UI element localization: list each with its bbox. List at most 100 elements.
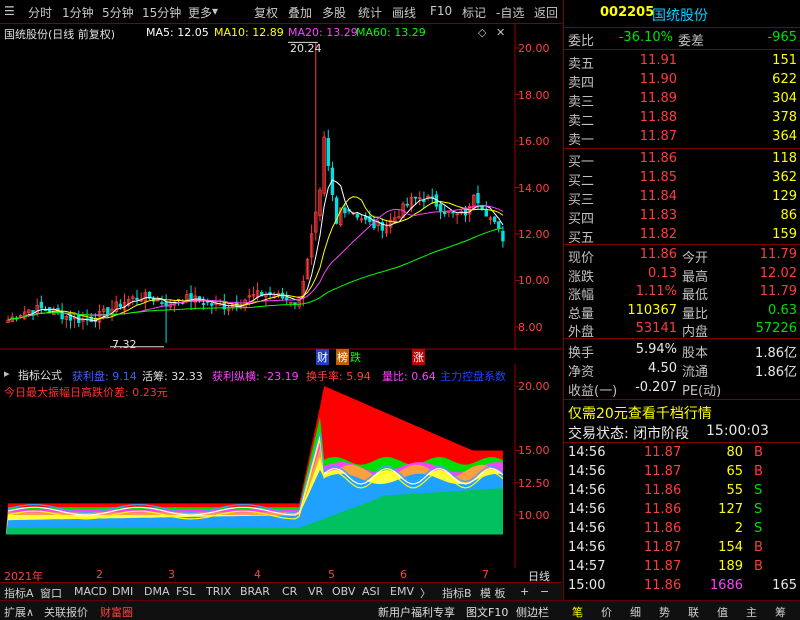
finance-marker[interactable]: 财 xyxy=(316,349,329,365)
side-tab[interactable]: 势 xyxy=(659,604,670,620)
mark-button[interactable]: 标记 xyxy=(462,4,486,21)
chevron-down-icon[interactable]: ▾ xyxy=(212,4,218,18)
close-icon[interactable]: ✕ xyxy=(496,26,505,39)
tab-more[interactable]: 更多 xyxy=(188,4,212,21)
indicator-tab[interactable]: FSL xyxy=(176,585,195,598)
promo-tab[interactable]: 图文F10 xyxy=(466,604,508,620)
diamond-icon[interactable]: ◇ xyxy=(478,26,486,39)
ask-price: 11.90 xyxy=(639,72,677,87)
indicator-tab[interactable]: 指标B xyxy=(442,585,472,601)
month-label: 3 xyxy=(168,568,175,581)
bottom-tab[interactable]: 财富圈 xyxy=(100,604,133,620)
tick-row: 15:00 11.86 1686 165 xyxy=(564,577,800,595)
stats-button[interactable]: 统计 xyxy=(358,4,382,21)
indicator-tab[interactable]: CR xyxy=(282,585,297,598)
indicator-tab[interactable]: 〉 xyxy=(420,585,431,601)
weibi-row: 委比 -36.10% 委差 -965 xyxy=(568,30,797,49)
tab-1min[interactable]: 1分钟 xyxy=(62,4,94,21)
indicator-tab[interactable]: BRAR xyxy=(240,585,270,598)
ask-row: 卖五 11.91 151 xyxy=(564,52,800,72)
indicator-tab[interactable]: EMV xyxy=(390,585,414,598)
indicator-tab[interactable]: DMA xyxy=(144,585,170,598)
bottom-bar: 扩展∧ 关联报价 财富圈 新用户福利专享 图文F10 侧边栏 笔 价 细 势 联 值 主 筹 xyxy=(0,600,800,620)
stat-label: 股本 xyxy=(682,346,709,361)
side-tab[interactable]: 值 xyxy=(717,604,728,620)
fuquan-button[interactable]: 复权 xyxy=(254,4,278,21)
indicator-subline: 今日最大振幅日高跌价差: 0.23元 xyxy=(4,386,168,399)
month-label: 2 xyxy=(96,568,103,581)
tick-volume: 65 xyxy=(726,464,743,479)
stat-label: 总量 xyxy=(568,306,595,322)
stat-row: 涨幅 1.11% 最低 11.79 xyxy=(564,283,800,303)
promo-tab[interactable]: 侧边栏 xyxy=(516,604,549,620)
back-button[interactable]: 返回 xyxy=(534,4,558,21)
promo-row[interactable]: 仅需20元查看千档行情 xyxy=(564,402,800,423)
board-marker[interactable]: 榜 xyxy=(336,349,349,365)
promo-link[interactable]: 仅需20元查看千档行情 xyxy=(568,403,712,423)
multi-stock-button[interactable]: 多股 xyxy=(322,4,346,21)
indicator-tab[interactable]: OBV xyxy=(332,585,355,598)
indicator-tab[interactable]: ASI xyxy=(362,585,380,598)
tab-5min[interactable]: 5分钟 xyxy=(102,4,134,21)
bid-label: 买三 xyxy=(568,193,595,208)
ask-row: 卖一 11.87 364 xyxy=(564,128,800,148)
bid-label: 买一 xyxy=(568,155,595,170)
side-tab[interactable]: 联 xyxy=(688,604,699,620)
indicator-tab[interactable]: DMI xyxy=(112,585,133,598)
ask-label: 卖四 xyxy=(568,76,595,91)
stat-row: 涨跌 0.13 最高 12.02 xyxy=(564,265,800,285)
indicator-tab[interactable]: TRIX xyxy=(206,585,231,598)
bid-price: 11.86 xyxy=(639,151,677,166)
indicator-tab[interactable]: VR xyxy=(308,585,323,598)
tab-fenshi[interactable]: 分时 xyxy=(28,4,52,21)
price-tick: 14.00 xyxy=(518,182,550,195)
side-tab[interactable]: 价 xyxy=(601,604,612,620)
tab-15min[interactable]: 15分钟 xyxy=(142,4,181,21)
kline-chart[interactable] xyxy=(0,24,562,350)
indicator-tab[interactable]: − xyxy=(540,585,549,598)
tick-time: 14:56 xyxy=(568,445,606,460)
bid-label: 买四 xyxy=(568,212,595,227)
bottom-tab[interactable]: 关联报价 xyxy=(44,604,88,620)
ma10-label: MA10: 12.89 xyxy=(214,26,284,39)
stat-label: 今开 xyxy=(682,251,709,266)
rise-marker[interactable]: 涨 xyxy=(412,349,425,365)
indicator-tab[interactable]: + xyxy=(520,585,529,598)
candle-body xyxy=(293,302,297,305)
toolbar-icon[interactable]: ☰ xyxy=(4,4,15,18)
candle-body xyxy=(451,211,455,214)
indicator-name[interactable]: 指标公式 xyxy=(18,367,62,383)
stat-label: 最高 xyxy=(682,269,709,285)
bid-row: 买三 11.84 129 xyxy=(564,188,800,208)
bid-volume: 159 xyxy=(772,227,797,242)
stat-label: 涨跌 xyxy=(568,269,595,285)
stat-value: 1.86亿 xyxy=(755,365,797,380)
candles xyxy=(6,42,505,343)
indicator-tab[interactable]: 指标A xyxy=(4,585,34,601)
indicator-tab[interactable]: 模 板 xyxy=(480,585,506,601)
indicator-tab[interactable]: MACD xyxy=(74,585,107,598)
ask-volume: 622 xyxy=(772,72,797,87)
candle-body xyxy=(484,210,488,217)
side-tab[interactable]: 筹 xyxy=(775,604,786,620)
bottom-tab[interactable]: 扩展∧ xyxy=(4,604,34,620)
overlay-button[interactable]: 叠加 xyxy=(288,4,312,21)
price-axis: 20.00 18.00 16.00 14.00 12.00 10.00 8.00 xyxy=(518,42,562,342)
side-tab[interactable]: 主 xyxy=(746,604,757,620)
bid-row: 买一 11.86 118 xyxy=(564,150,800,170)
add-watchlist-button[interactable]: -自选 xyxy=(496,4,524,21)
stat-row: 换手 5.94% 股本 1.86亿 xyxy=(564,341,800,361)
stat-value: 53141 xyxy=(635,321,677,336)
side-tab[interactable]: 细 xyxy=(630,604,641,620)
drop-marker[interactable]: 跌 xyxy=(350,349,361,365)
promo-tab[interactable]: 新用户福利专享 xyxy=(378,604,455,620)
indicator-toggle-icon[interactable]: ▸ xyxy=(4,367,10,380)
candle-body xyxy=(160,302,164,304)
stat-row: 收益(一) -0.207 PE(动) xyxy=(564,379,800,399)
stat-value: 57226 xyxy=(755,321,797,336)
bid-volume: 86 xyxy=(780,208,797,223)
indicator-tab[interactable]: 窗口 xyxy=(40,585,62,601)
side-tab[interactable]: 笔 xyxy=(572,604,583,620)
draw-line-button[interactable]: 画线 xyxy=(392,4,416,21)
f10-button[interactable]: F10 xyxy=(430,4,452,18)
